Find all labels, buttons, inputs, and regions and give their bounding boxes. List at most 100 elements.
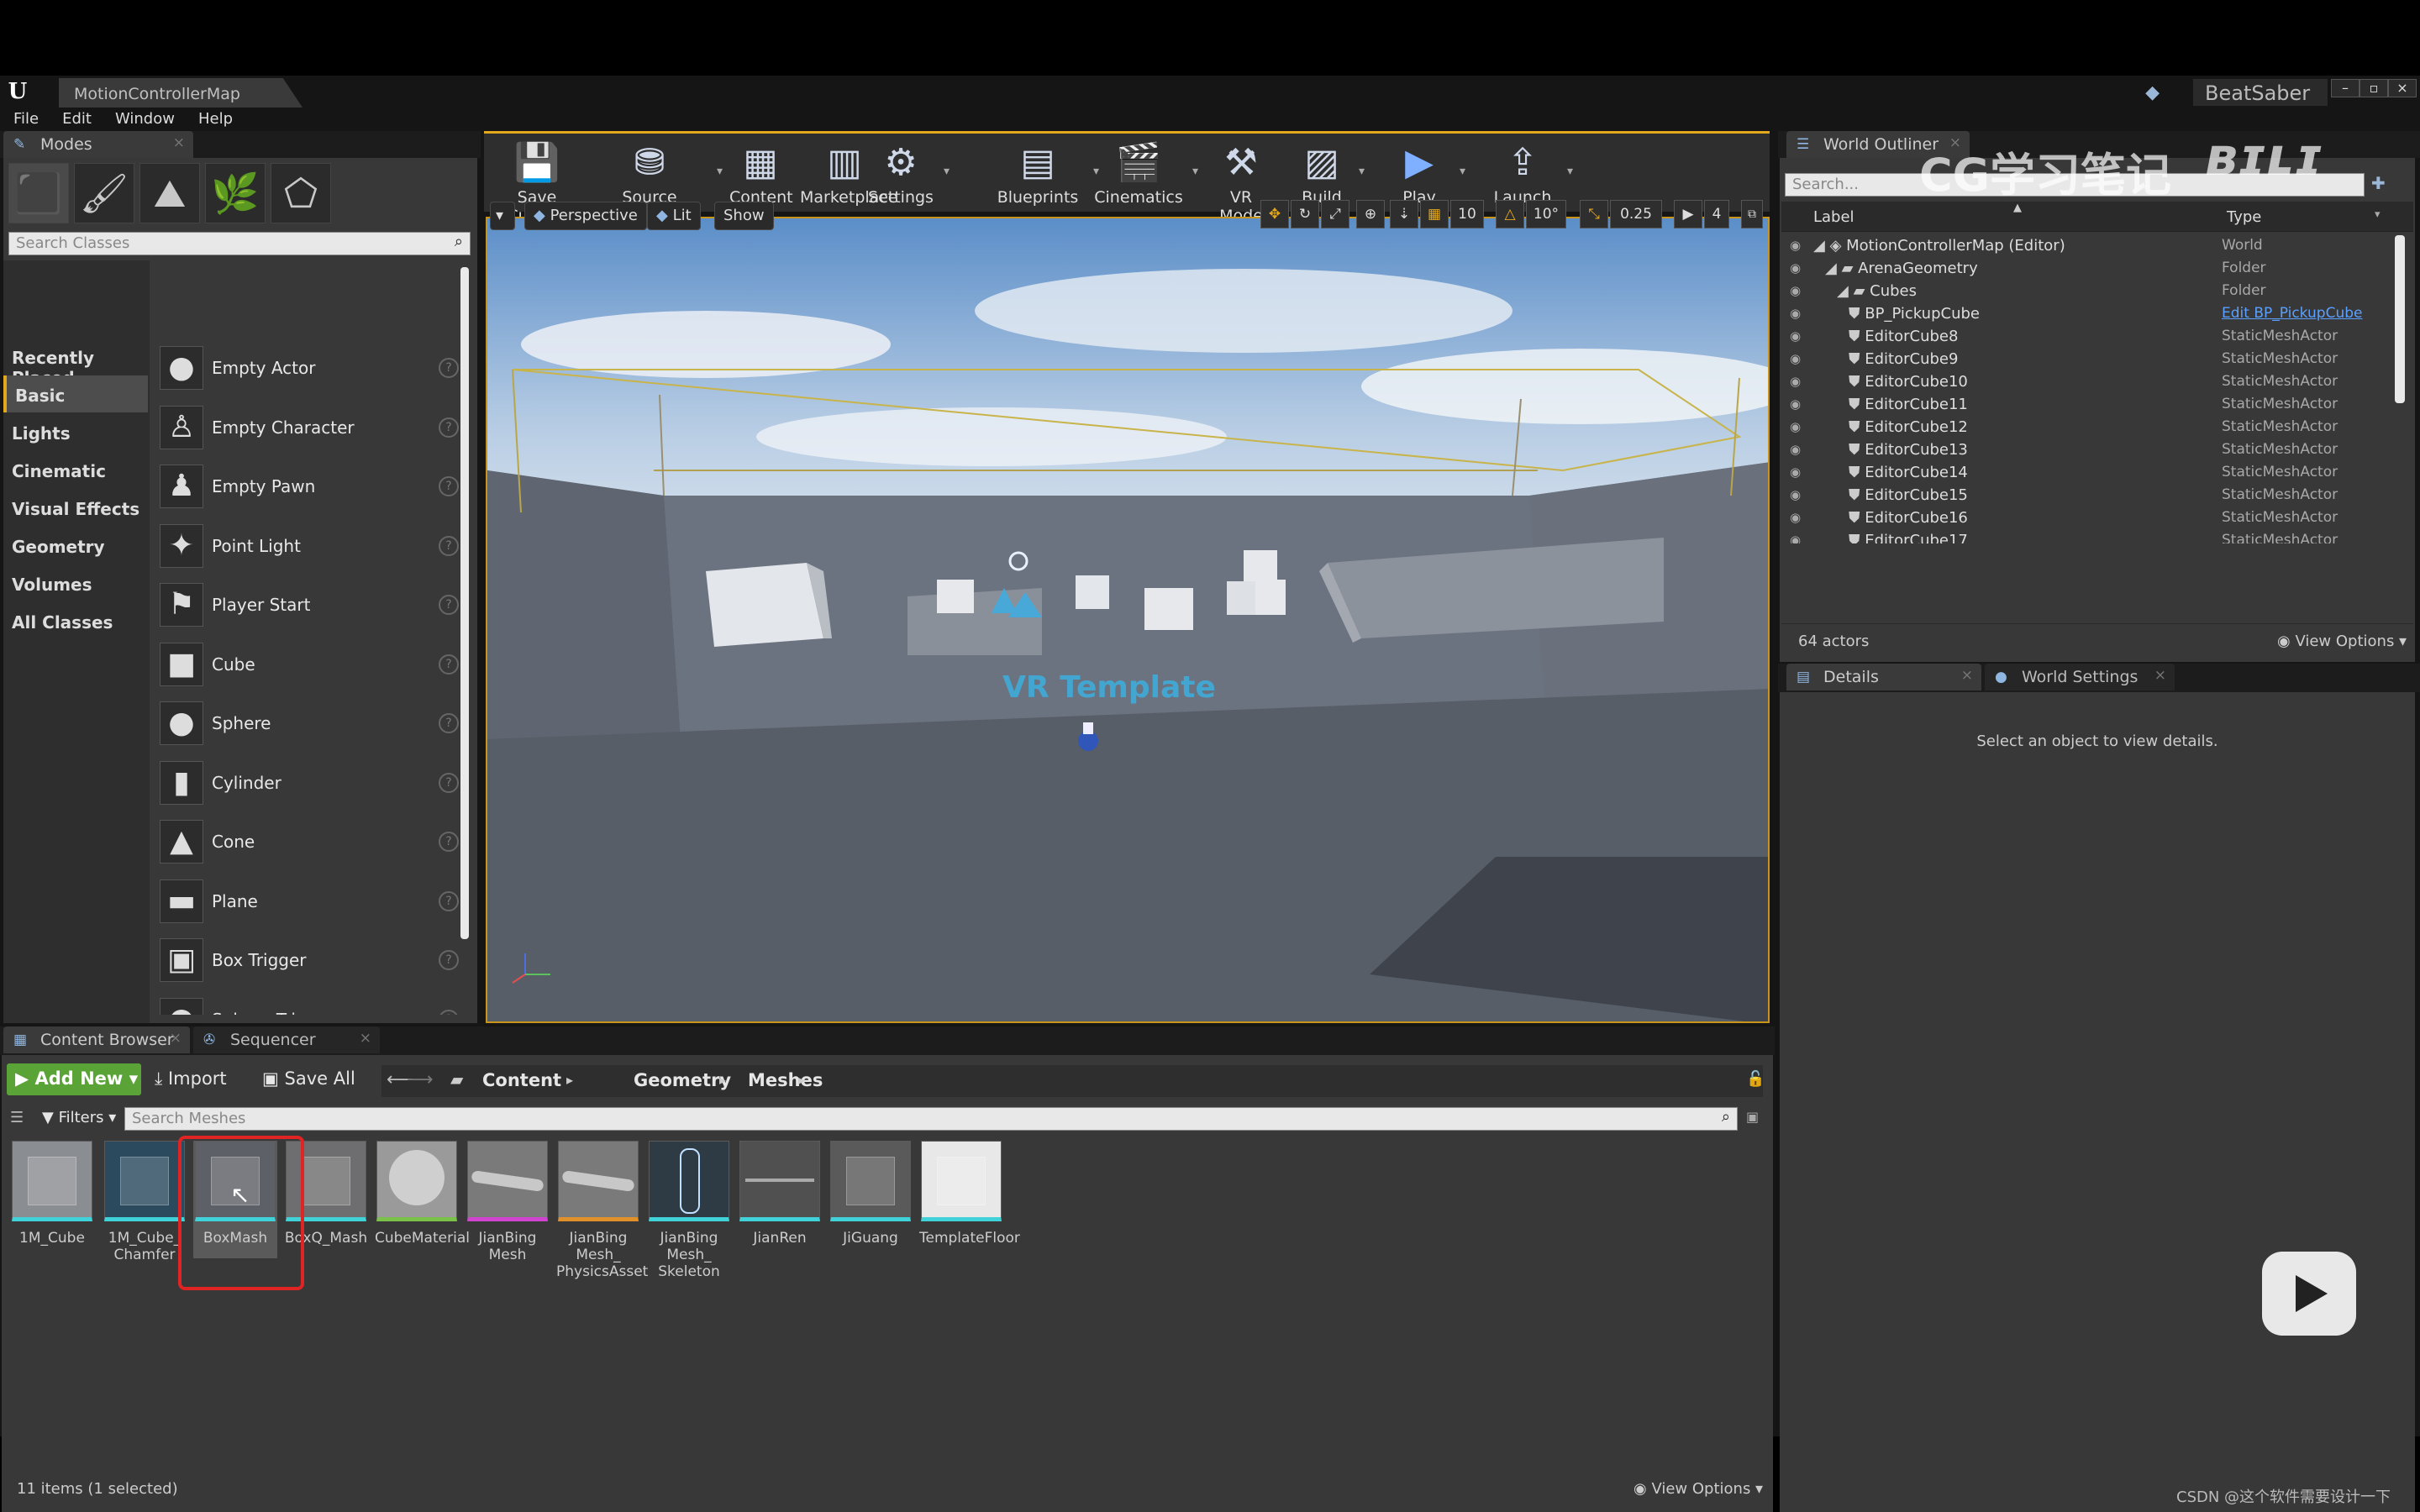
help-icon[interactable]: ? <box>439 1009 459 1015</box>
rotate-icon[interactable]: ↻ <box>1291 200 1319 228</box>
add-new-button[interactable]: ▶ Add New ▾ <box>7 1063 141 1095</box>
play-badge[interactable] <box>2262 1252 2356 1336</box>
outliner-row[interactable]: ◉ ⛊ EditorCube15 StaticMeshActor <box>1781 483 2403 506</box>
maximize-icon[interactable]: ▫ <box>2360 79 2388 97</box>
paint-mode-icon[interactable]: 🖌 <box>74 163 134 223</box>
grid-size-value[interactable]: 10 <box>1450 200 1484 228</box>
lock-icon[interactable]: 🔓 <box>1746 1070 1765 1088</box>
type-column[interactable]: Type <box>2227 208 2261 226</box>
toolbar-cinematics-button[interactable]: 🎬 Cinematics ▾ <box>1094 136 1198 208</box>
asset-tile[interactable]: TemplateFloor <box>919 1141 1020 1247</box>
asset-tile[interactable]: JianBing Mesh <box>466 1141 550 1263</box>
path-meshes[interactable]: Meshes <box>748 1070 823 1090</box>
dropdown-arrow-icon[interactable]: ▾ <box>1567 165 1573 178</box>
learn-icon[interactable]: ◆ <box>2145 82 2160 103</box>
menu-help[interactable]: Help <box>185 108 243 128</box>
outliner-scrollbar[interactable] <box>2395 235 2405 403</box>
visibility-eye-icon[interactable]: ◉ <box>1790 374 1801 389</box>
dropdown-arrow-icon[interactable]: ▾ <box>1192 165 1198 178</box>
outliner-row[interactable]: ◉ ⛊ EditorCube16 StaticMeshActor <box>1781 506 2403 528</box>
place-item-cone[interactable]: ▲ Cone? <box>156 811 459 870</box>
close-icon[interactable]: × <box>2388 79 2417 97</box>
outliner-row[interactable]: ◉ ⛊ EditorCube14 StaticMeshActor <box>1781 460 2403 483</box>
place-mode-icon[interactable]: ⬛ <box>8 163 69 223</box>
scale-snap-icon[interactable]: ⤡ <box>1580 200 1608 228</box>
help-icon[interactable]: ? <box>439 890 459 911</box>
help-icon[interactable]: ? <box>439 950 459 970</box>
visibility-eye-icon[interactable]: ◉ <box>1790 487 1801 502</box>
outliner-row[interactable]: ◉ ⛊ EditorCube17 StaticMeshActor <box>1781 528 2403 543</box>
place-item-sphere[interactable]: ● Sphere? <box>156 693 459 752</box>
place-item-empty-pawn[interactable]: ♟ Empty Pawn? <box>156 456 459 515</box>
visibility-eye-icon[interactable]: ◉ <box>1790 238 1801 253</box>
help-icon[interactable]: ? <box>439 535 459 556</box>
toolbar-launch-button[interactable]: ⇪ Launch ▾ <box>1487 136 1573 208</box>
search-classes-input[interactable]: Search Classes ⌕ <box>8 232 471 255</box>
add-folder-icon[interactable]: ✚ <box>2371 173 2386 193</box>
close-tab-icon[interactable]: × <box>170 1030 182 1047</box>
placement-scrollbar[interactable] <box>460 267 469 939</box>
camera-speed-icon[interactable]: ▶ <box>1674 200 1702 228</box>
close-tab-icon[interactable]: × <box>2154 667 2166 684</box>
asset-tile[interactable]: CubeMaterial <box>375 1141 470 1247</box>
visibility-eye-icon[interactable]: ◉ <box>1790 533 1801 543</box>
help-icon[interactable]: ? <box>439 358 459 378</box>
help-icon[interactable]: ? <box>439 713 459 733</box>
outliner-row[interactable]: ◉ ⛊ EditorCube10 StaticMeshActor <box>1781 370 2403 392</box>
forward-arrow-icon[interactable]: ⟶ <box>407 1069 434 1090</box>
search-meshes-input[interactable]: Search Meshes ⌕ <box>124 1107 1738 1131</box>
geometry-mode-icon[interactable]: ⬠ <box>271 163 331 223</box>
outliner-row[interactable]: ◉ ⛊ EditorCube8 StaticMeshActor <box>1781 324 2403 347</box>
surface-snap-icon[interactable]: ⇣ <box>1390 200 1418 228</box>
category-visual-effects[interactable]: Visual Effects <box>3 489 148 526</box>
outliner-view-options[interactable]: ◉ View Options ▾ <box>2277 633 2407 650</box>
tab-content-browser[interactable]: ▦ Content Browser × <box>3 1026 190 1053</box>
category-recently-placed[interactable]: Recently Placed <box>3 338 148 388</box>
rotation-snap-icon[interactable]: △ <box>1496 200 1524 228</box>
place-item-plane[interactable]: ▬ Plane? <box>156 871 459 930</box>
outliner-row[interactable]: ◉ ⛊ BP_PickupCube Edit BP_PickupCube <box>1781 302 2403 324</box>
toolbar-play-button[interactable]: ▶ Play ▾ <box>1388 136 1465 208</box>
place-item-box-trigger[interactable]: ▣ Box Trigger? <box>156 930 459 989</box>
landscape-mode-icon[interactable]: ⛰ <box>139 163 200 223</box>
perspective-button[interactable]: ◆ Perspective <box>524 202 647 230</box>
asset-tile[interactable]: 1M_Cube <box>10 1141 94 1247</box>
save-search-icon[interactable]: ▣ <box>1746 1109 1759 1125</box>
outliner-row[interactable]: ◉ ⛊ EditorCube12 StaticMeshActor <box>1781 415 2403 438</box>
level-tab[interactable]: MotionControllerMap <box>59 78 302 108</box>
maximize-viewport-icon[interactable]: ⧉ <box>1741 200 1763 228</box>
category-basic[interactable]: Basic <box>3 375 148 412</box>
dropdown-arrow-icon[interactable]: ▾ <box>1460 165 1465 178</box>
minimize-icon[interactable]: – <box>2331 79 2360 97</box>
toolbar-source-control-button[interactable]: ⛃Source Control▾ <box>592 136 723 225</box>
visibility-eye-icon[interactable]: ◉ <box>1790 419 1801 434</box>
category-geometry[interactable]: Geometry <box>3 527 148 564</box>
viewport-options-button[interactable]: ▾ <box>490 202 515 230</box>
visibility-eye-icon[interactable]: ◉ <box>1790 465 1801 480</box>
show-button[interactable]: Show <box>714 202 774 230</box>
visibility-eye-icon[interactable]: ◉ <box>1790 283 1801 298</box>
menu-file[interactable]: File <box>0 108 49 128</box>
help-icon[interactable]: ? <box>439 772 459 793</box>
toolbar-blueprints-button[interactable]: ▤ Blueprints ▾ <box>992 136 1099 208</box>
place-item-empty-character[interactable]: ♙ Empty Character? <box>156 397 459 456</box>
label-column[interactable]: Label <box>1813 208 1854 226</box>
rotation-snap-value[interactable]: 10° <box>1526 200 1566 228</box>
category-cinematic[interactable]: Cinematic <box>3 451 148 488</box>
asset-tile[interactable]: JiGuang <box>829 1141 913 1247</box>
place-item-point-light[interactable]: ✦ Point Light? <box>156 516 459 575</box>
camera-speed-value[interactable]: 4 <box>1704 200 1729 228</box>
toolbar-build-button[interactable]: ▨ Build ▾ <box>1294 136 1365 208</box>
toolbar-save-current-button[interactable]: 💾Save Current <box>492 136 581 225</box>
place-item-sphere-trigger[interactable]: ● Sphere Trigger? <box>156 990 459 1015</box>
outliner-row[interactable]: ◉ ⛊ EditorCube11 StaticMeshActor <box>1781 392 2403 415</box>
filters-button[interactable]: ▼ Filters ▾ <box>42 1109 116 1126</box>
outliner-row-type[interactable]: Edit BP_PickupCube <box>2222 305 2362 322</box>
category-volumes[interactable]: Volumes <box>3 564 148 601</box>
path-geometry[interactable]: Geometry <box>634 1070 731 1090</box>
import-button[interactable]: ⤓ Import <box>155 1068 227 1089</box>
visibility-eye-icon[interactable]: ◉ <box>1790 306 1801 321</box>
save-all-button[interactable]: ▣ Save All <box>262 1068 355 1089</box>
sources-toggle-icon[interactable]: ☰ <box>10 1109 24 1126</box>
tab-world-settings[interactable]: ● World Settings × <box>1985 664 2175 690</box>
